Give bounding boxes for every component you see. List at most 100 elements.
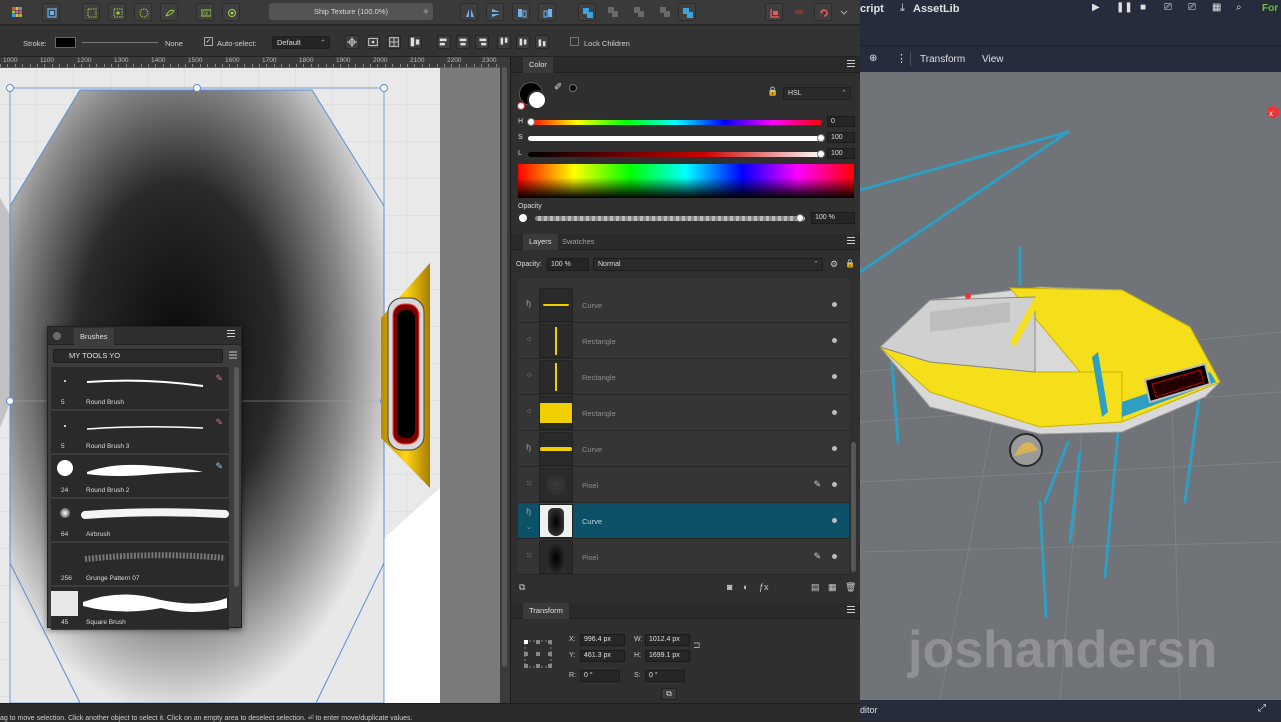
- eyedropper-icon[interactable]: ✐: [554, 82, 566, 94]
- w-field[interactable]: 1012.4 px: [645, 634, 690, 646]
- color-spectrum[interactable]: [518, 164, 854, 198]
- play-icon[interactable]: ▶: [1092, 2, 1100, 13]
- quick-mask-icon[interactable]: RX: [196, 3, 214, 21]
- align-left-icon[interactable]: [437, 35, 451, 49]
- layers-scrollbar[interactable]: [851, 442, 856, 572]
- layer-opacity-field[interactable]: 100 %: [547, 258, 589, 271]
- hue-value[interactable]: 0: [827, 116, 855, 127]
- document-title[interactable]: Ship Texture (100.0%) ✳: [269, 3, 433, 20]
- mask-layer-icon[interactable]: ◙: [727, 582, 732, 592]
- brush-item[interactable]: ✎ 5 Round Brush: [51, 367, 229, 410]
- layer-row-selected[interactable]: ꜧ ⌄ Curve: [518, 503, 849, 539]
- layer-stack-icon[interactable]: ⧉: [519, 582, 525, 593]
- pixel-persona-icon[interactable]: [42, 3, 60, 21]
- show-bbox-icon[interactable]: [366, 35, 380, 49]
- fill-color-well[interactable]: [527, 90, 547, 110]
- brushes-scrollbar[interactable]: [234, 367, 239, 587]
- color-tab[interactable]: Color: [523, 57, 553, 73]
- flip-horizontal-icon[interactable]: [460, 3, 478, 21]
- brush-item[interactable]: 45 Square Brush: [51, 587, 229, 630]
- forward-renderer-label[interactable]: For: [1262, 3, 1278, 14]
- snapping-options-icon[interactable]: [790, 3, 808, 21]
- layer-visibility-dot[interactable]: [832, 410, 837, 415]
- stop-icon[interactable]: ■: [1140, 2, 1146, 13]
- select-all-icon[interactable]: [82, 3, 100, 21]
- shear-field[interactable]: 0 °: [645, 670, 685, 682]
- arrange-back-icon[interactable]: [630, 3, 648, 21]
- delete-layer-icon[interactable]: 🗑: [845, 582, 856, 593]
- expand-chevron-icon[interactable]: ⌄: [526, 523, 532, 531]
- group-icon[interactable]: ▦: [828, 582, 837, 593]
- brush-icon[interactable]: ✎: [813, 479, 821, 490]
- brush-pin-icon[interactable]: ✎: [215, 417, 223, 428]
- align-bbox-icon[interactable]: [387, 35, 401, 49]
- layer-visibility-dot[interactable]: [832, 338, 837, 343]
- rotate-right-icon[interactable]: [538, 3, 556, 21]
- brush-item[interactable]: 64 Airbrush: [51, 499, 229, 542]
- opacity-value[interactable]: 100 %: [811, 212, 855, 224]
- script-tab[interactable]: cript: [860, 3, 884, 15]
- layer-row[interactable]: ⁘ Rectangle: [518, 395, 849, 431]
- distribute-icon[interactable]: [408, 35, 422, 49]
- arrange-bottom-icon[interactable]: [678, 3, 696, 21]
- panel-menu-icon[interactable]: [227, 330, 235, 338]
- 3d-viewport[interactable]: x joshandersn: [860, 72, 1281, 700]
- brushes-tab[interactable]: Brushes: [74, 328, 114, 345]
- no-color-icon[interactable]: [517, 102, 525, 110]
- snapping-icon[interactable]: [765, 3, 783, 21]
- rotate-left-icon[interactable]: [512, 3, 530, 21]
- persona-grid-icon[interactable]: [8, 3, 26, 21]
- scroll-thumb[interactable]: [502, 67, 507, 667]
- layer-row[interactable]: ⁙ Pixel ✎: [518, 539, 849, 575]
- transform-origin-button[interactable]: ⧉: [661, 688, 677, 700]
- panel-menu-icon[interactable]: [847, 237, 855, 245]
- transform-menu[interactable]: Transform: [920, 54, 965, 65]
- brush-icon[interactable]: ✎: [813, 551, 821, 562]
- saturation-slider-knob[interactable]: [817, 134, 825, 142]
- layer-visibility-dot[interactable]: [832, 482, 837, 487]
- arrange-forward-icon[interactable]: [604, 3, 622, 21]
- blend-mode-dropdown[interactable]: Normal ⌃: [593, 258, 823, 271]
- lightness-value[interactable]: 100: [827, 148, 855, 159]
- panel-menu-icon[interactable]: [847, 606, 855, 614]
- layer-settings-gear-icon[interactable]: ⚙: [830, 259, 838, 270]
- search-icon[interactable]: ⌕: [1236, 2, 1242, 13]
- layer-visibility-dot[interactable]: [832, 554, 837, 559]
- assistant-dropdown-icon[interactable]: [838, 3, 848, 21]
- expand-icon[interactable]: ⤢: [1258, 703, 1266, 714]
- layer-row[interactable]: ⁘ Rectangle: [518, 359, 849, 395]
- globe-icon[interactable]: ⊕: [869, 53, 877, 64]
- y-field[interactable]: 461.3 px: [580, 650, 625, 662]
- transform-tab[interactable]: Transform: [523, 603, 569, 619]
- hue-slider[interactable]: [528, 120, 822, 125]
- editor-tab[interactable]: ditor: [860, 705, 878, 715]
- clapboard-icon[interactable]: ▦: [1212, 2, 1221, 13]
- layer-visibility-dot[interactable]: [832, 518, 837, 523]
- swatches-tab[interactable]: Swatches: [556, 234, 601, 250]
- star-icon[interactable]: ✳: [423, 3, 429, 20]
- layer-row[interactable]: ꜧ Curve: [518, 431, 849, 467]
- brush-item[interactable]: ✎ 24 Round Brush 2: [51, 455, 229, 498]
- adjustment-icon[interactable]: ◐: [743, 582, 748, 592]
- more-options-icon[interactable]: ⋮: [896, 52, 907, 65]
- lasso-selection-icon[interactable]: [160, 3, 178, 21]
- close-icon[interactable]: [53, 332, 61, 340]
- assistant-icon[interactable]: [814, 3, 832, 21]
- color-model-dropdown[interactable]: HSL ⌃: [783, 87, 851, 100]
- brush-item[interactable]: ✎ 5 Round Brush 3: [51, 411, 229, 454]
- layer-row[interactable]: ⁘ Rectangle: [518, 323, 849, 359]
- brush-category-dropdown[interactable]: MY TOOLS YO: [53, 349, 223, 363]
- layers-tab[interactable]: Layers: [523, 234, 558, 250]
- align-middle-icon[interactable]: [516, 35, 530, 49]
- assetlib-tab[interactable]: AssetLib: [913, 3, 959, 15]
- hue-slider-knob[interactable]: [527, 118, 535, 126]
- canvas-vertical-scrollbar[interactable]: [500, 57, 510, 703]
- play-custom-icon[interactable]: ⎚: [1188, 2, 1196, 13]
- anchor-point-selector[interactable]: [523, 639, 553, 669]
- opacity-slider[interactable]: [535, 216, 805, 221]
- autoselect-dropdown[interactable]: Default ⌃: [272, 36, 330, 49]
- lock-icon[interactable]: 🔒: [767, 86, 778, 97]
- autoselect-checkbox[interactable]: ✓: [204, 37, 213, 46]
- layer-visibility-dot[interactable]: [832, 302, 837, 307]
- play-scene-icon[interactable]: ⎚: [1164, 2, 1172, 13]
